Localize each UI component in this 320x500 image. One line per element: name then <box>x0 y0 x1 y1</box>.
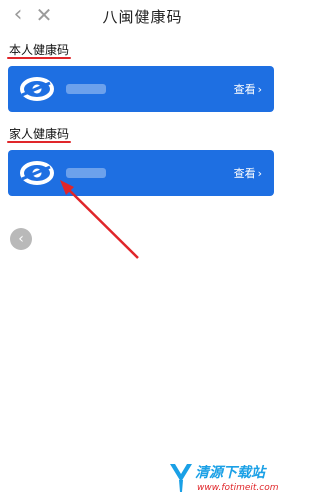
annotation-arrow <box>60 180 139 259</box>
watermark-name: 清源下载站 <box>195 465 265 481</box>
watermark-url: www.fotimeit.com <box>197 483 279 493</box>
watermark-logo-icon <box>170 464 192 492</box>
